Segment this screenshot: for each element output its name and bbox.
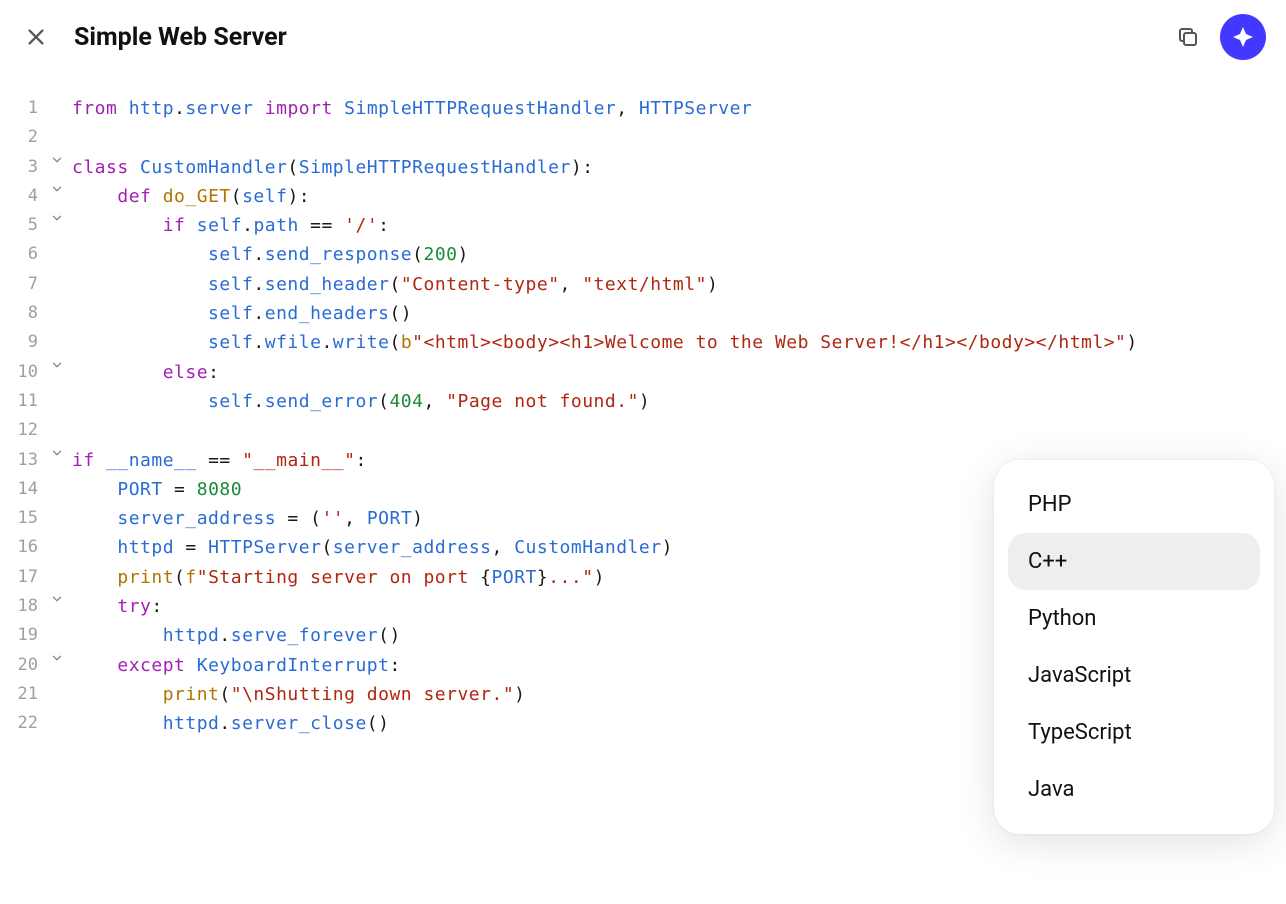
line-number: 14 bbox=[0, 475, 42, 504]
code-line[interactable]: 7 self.send_header("Content-type", "text… bbox=[0, 270, 1286, 299]
language-menu-item[interactable]: Java bbox=[1008, 761, 1260, 818]
fold-toggle[interactable] bbox=[42, 182, 72, 196]
code-content: else: bbox=[72, 358, 1286, 387]
copy-icon bbox=[1176, 25, 1200, 49]
line-number: 22 bbox=[0, 709, 42, 738]
fold-toggle[interactable] bbox=[42, 592, 72, 606]
line-number: 2 bbox=[0, 123, 42, 152]
copy-button[interactable] bbox=[1174, 23, 1202, 51]
line-number: 17 bbox=[0, 563, 42, 592]
line-number: 19 bbox=[0, 621, 42, 650]
language-menu-item[interactable]: JavaScript bbox=[1008, 647, 1260, 704]
language-menu-item[interactable]: PHP bbox=[1008, 476, 1260, 533]
fold-toggle[interactable] bbox=[42, 153, 72, 167]
code-content: def do_GET(self): bbox=[72, 182, 1286, 211]
line-number: 10 bbox=[0, 358, 42, 387]
line-number: 3 bbox=[0, 153, 42, 182]
close-icon bbox=[25, 26, 47, 48]
line-number: 15 bbox=[0, 504, 42, 533]
line-number: 4 bbox=[0, 182, 42, 211]
code-line[interactable]: 8 self.end_headers() bbox=[0, 299, 1286, 328]
fold-toggle[interactable] bbox=[42, 446, 72, 460]
chevron-down-icon bbox=[50, 651, 64, 665]
code-line[interactable]: 5 if self.path == '/': bbox=[0, 211, 1286, 240]
chevron-down-icon bbox=[50, 211, 64, 225]
line-number: 18 bbox=[0, 592, 42, 621]
code-content: self.wfile.write(b"<html><body><h1>Welco… bbox=[72, 328, 1286, 357]
code-content: from http.server import SimpleHTTPReques… bbox=[72, 94, 1286, 123]
code-line[interactable]: 12 bbox=[0, 416, 1286, 445]
language-menu-item[interactable]: Python bbox=[1008, 590, 1260, 647]
chevron-down-icon bbox=[50, 446, 64, 460]
diamond-sparkle-icon bbox=[1231, 25, 1255, 49]
line-number: 8 bbox=[0, 299, 42, 328]
close-button[interactable] bbox=[22, 23, 50, 51]
language-menu-item[interactable]: C++ bbox=[1008, 533, 1260, 590]
code-line[interactable]: 10 else: bbox=[0, 358, 1286, 387]
line-number: 9 bbox=[0, 328, 42, 357]
code-line[interactable]: 4 def do_GET(self): bbox=[0, 182, 1286, 211]
language-menu-item[interactable]: TypeScript bbox=[1008, 704, 1260, 761]
page-title: Simple Web Server bbox=[74, 23, 1150, 52]
chevron-down-icon bbox=[50, 592, 64, 606]
code-line[interactable]: 2 bbox=[0, 123, 1286, 152]
code-content: self.send_header("Content-type", "text/h… bbox=[72, 270, 1286, 299]
line-number: 16 bbox=[0, 533, 42, 562]
line-number: 6 bbox=[0, 240, 42, 269]
line-number: 21 bbox=[0, 680, 42, 709]
header-actions bbox=[1174, 14, 1266, 60]
code-content: if self.path == '/': bbox=[72, 211, 1286, 240]
code-content: self.send_error(404, "Page not found.") bbox=[72, 387, 1286, 416]
code-line[interactable]: 1 from http.server import SimpleHTTPReque… bbox=[0, 94, 1286, 123]
language-menu: PHPC++PythonJavaScriptTypeScriptJava bbox=[994, 460, 1274, 834]
line-number: 5 bbox=[0, 211, 42, 240]
code-content: class CustomHandler(SimpleHTTPRequestHan… bbox=[72, 153, 1286, 182]
ai-assist-button[interactable] bbox=[1220, 14, 1266, 60]
code-content: self.send_response(200) bbox=[72, 240, 1286, 269]
fold-toggle[interactable] bbox=[42, 211, 72, 225]
code-line[interactable]: 9 self.wfile.write(b"<html><body><h1>Wel… bbox=[0, 328, 1286, 357]
fold-toggle[interactable] bbox=[42, 651, 72, 665]
chevron-down-icon bbox=[50, 182, 64, 196]
line-number: 1 bbox=[0, 94, 42, 123]
line-number: 13 bbox=[0, 446, 42, 475]
code-line[interactable]: 11 self.send_error(404, "Page not found.… bbox=[0, 387, 1286, 416]
code-line[interactable]: 6 self.send_response(200) bbox=[0, 240, 1286, 269]
chevron-down-icon bbox=[50, 358, 64, 372]
line-number: 20 bbox=[0, 651, 42, 680]
line-number: 7 bbox=[0, 270, 42, 299]
line-number: 12 bbox=[0, 416, 42, 445]
code-line[interactable]: 3 class CustomHandler(SimpleHTTPRequestHa… bbox=[0, 153, 1286, 182]
chevron-down-icon bbox=[50, 153, 64, 167]
fold-toggle[interactable] bbox=[42, 358, 72, 372]
header: Simple Web Server bbox=[0, 0, 1286, 74]
line-number: 11 bbox=[0, 387, 42, 416]
code-content: self.end_headers() bbox=[72, 299, 1286, 328]
